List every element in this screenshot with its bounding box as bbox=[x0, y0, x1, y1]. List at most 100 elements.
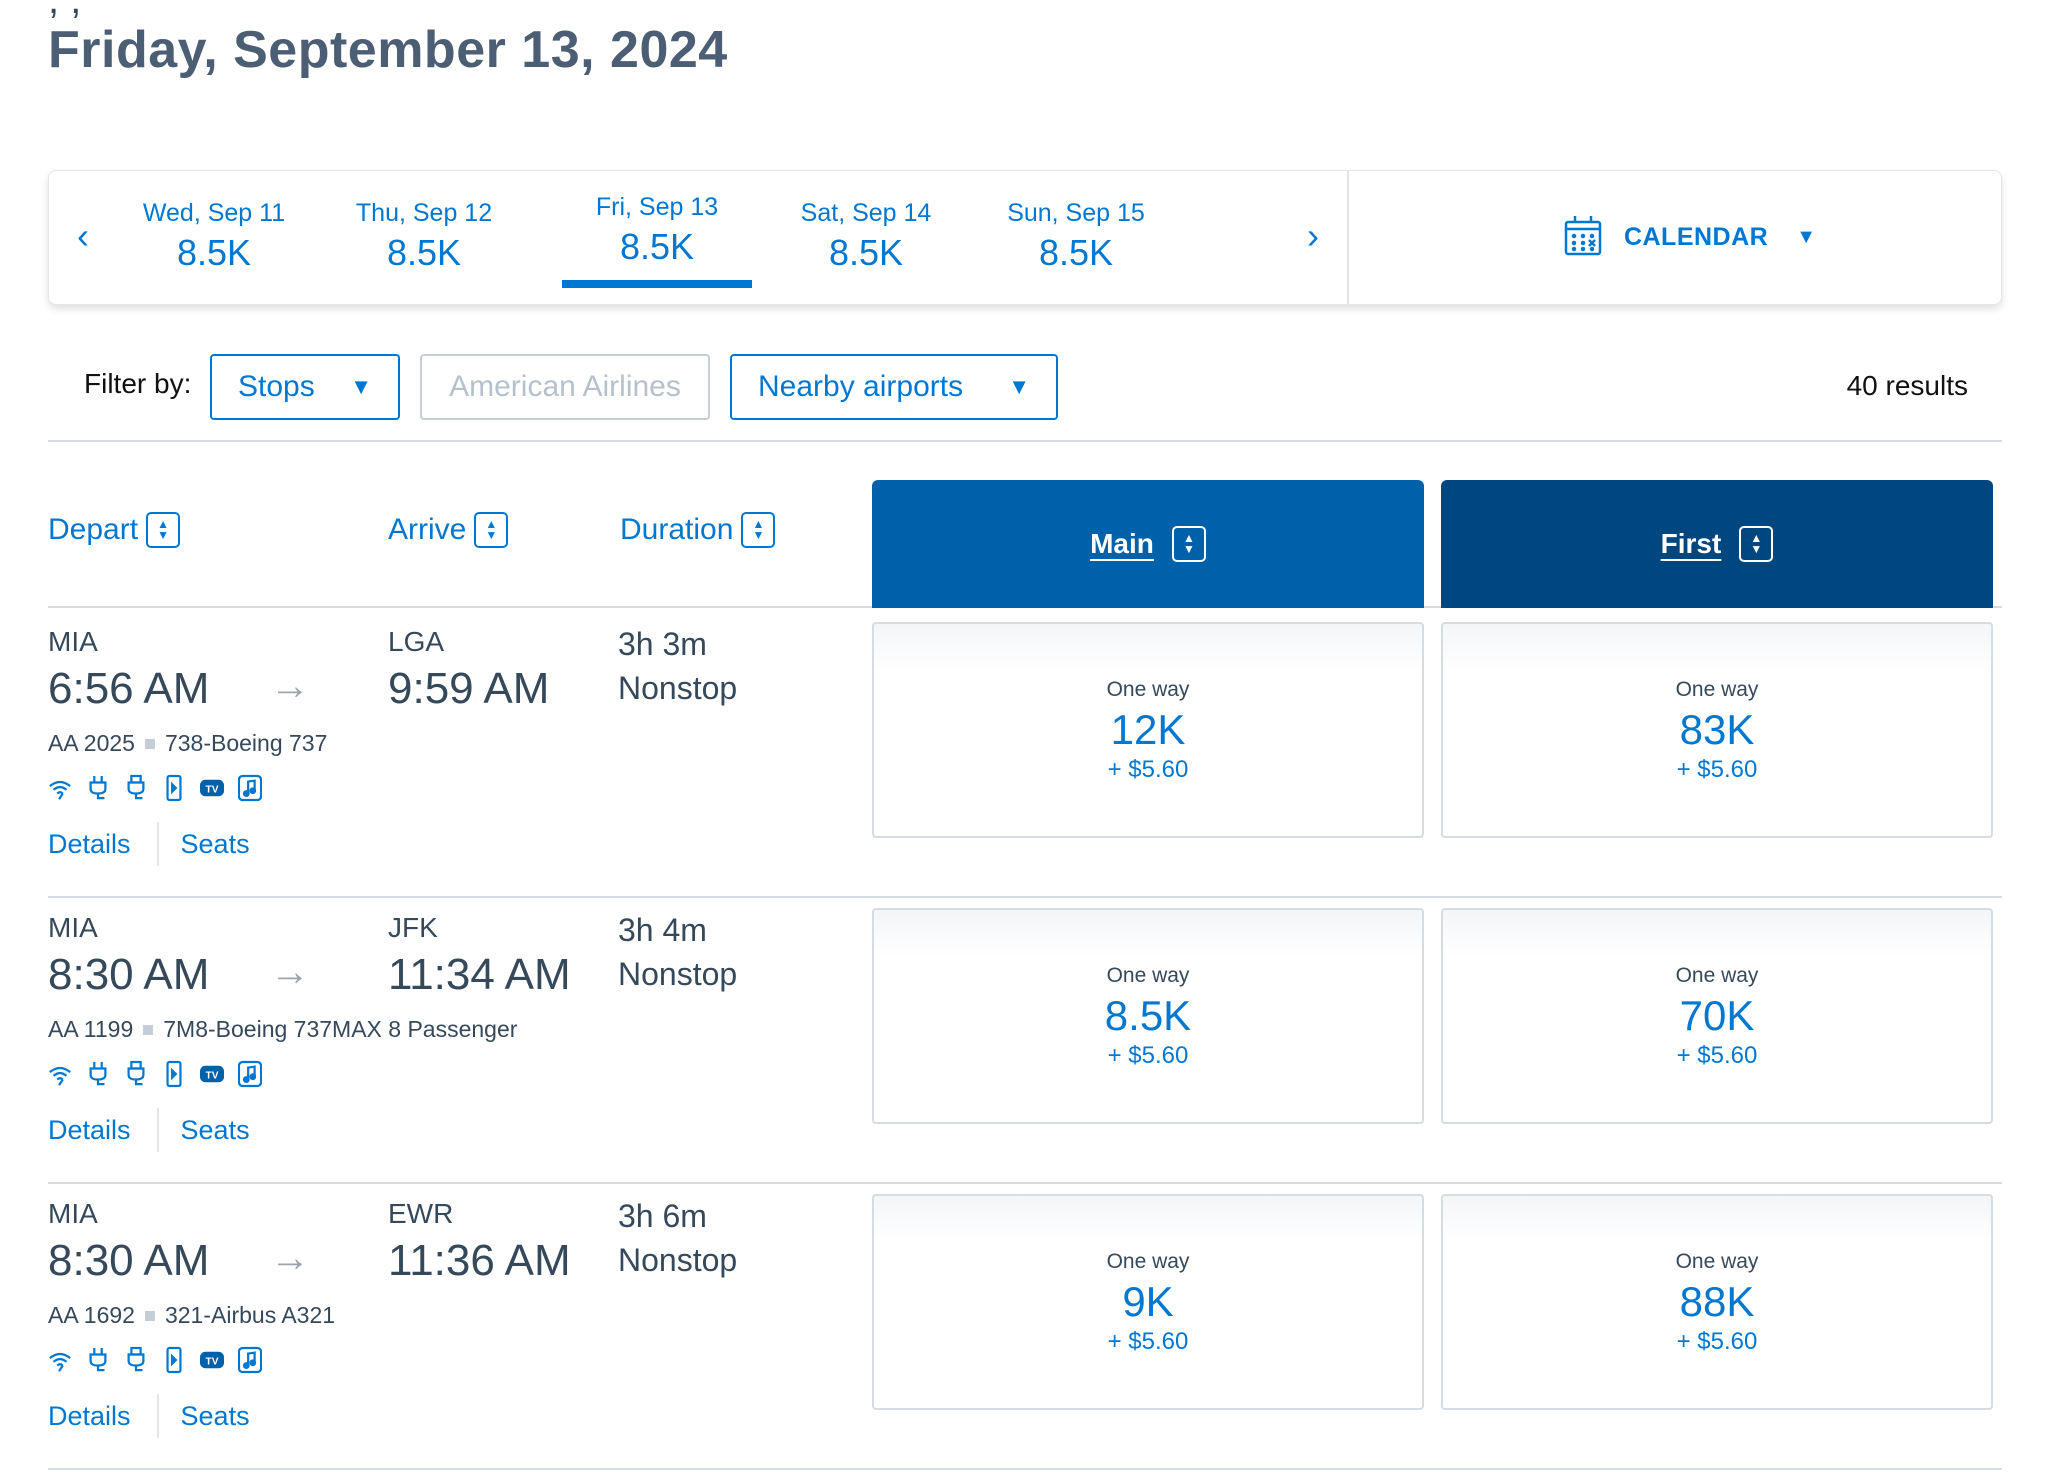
date-price: 8.5K bbox=[176, 232, 252, 273]
date-option[interactable]: Sun, Sep 15 8.5K bbox=[981, 199, 1171, 274]
link-divider bbox=[156, 822, 159, 866]
flight-stops: Nonstop bbox=[618, 956, 738, 992]
destination-airport: JFK bbox=[388, 912, 438, 943]
details-link[interactable]: Details bbox=[48, 829, 131, 860]
sort-first-cabin[interactable]: First ▲ ▼ bbox=[1441, 480, 1993, 608]
date-option[interactable]: Wed, Sep 11 8.5K bbox=[119, 199, 309, 274]
date-label: Wed, Sep 11 bbox=[142, 199, 286, 227]
tv-icon: TV bbox=[200, 1346, 224, 1374]
airline-filter-button[interactable]: American Airlines bbox=[420, 354, 710, 420]
svg-text:TV: TV bbox=[206, 785, 219, 796]
date-option[interactable]: Sat, Sep 14 8.5K bbox=[771, 199, 961, 274]
caret-down-icon: ▼ bbox=[1008, 374, 1030, 399]
main-cabin-label: Main bbox=[1090, 528, 1154, 559]
date-label: Thu, Sep 12 bbox=[355, 199, 493, 227]
fare-taxes: + $5.60 bbox=[1676, 1042, 1758, 1069]
first-fare-card[interactable]: One way 83K + $5.60 bbox=[1441, 622, 1993, 838]
nearby-airports-dropdown[interactable]: Nearby airports ▼ bbox=[730, 354, 1058, 420]
power-outlet-icon bbox=[86, 774, 110, 802]
fare-type: One way bbox=[1106, 1250, 1190, 1273]
fare-miles: 8.5K bbox=[1104, 992, 1192, 1039]
origin-airport: MIA bbox=[48, 626, 98, 657]
fare-taxes: + $5.60 bbox=[1107, 756, 1189, 783]
date-label: Sun, Sep 15 bbox=[1007, 199, 1145, 227]
sort-depart[interactable]: Depart ▲ ▼ bbox=[48, 512, 181, 548]
fare-miles: 12K bbox=[1110, 706, 1186, 753]
previous-dates-button[interactable]: ‹ bbox=[63, 215, 103, 257]
usb-icon bbox=[124, 774, 148, 802]
seats-link[interactable]: Seats bbox=[181, 1115, 250, 1146]
date-price: 8.5K bbox=[828, 232, 904, 273]
fare-miles: 70K bbox=[1679, 992, 1755, 1039]
sort-duration[interactable]: Duration ▲ ▼ bbox=[620, 512, 776, 548]
date-price: 8.5K bbox=[1038, 232, 1114, 273]
fare-type: One way bbox=[1675, 1250, 1759, 1273]
main-fare-card[interactable]: One way 8.5K + $5.60 bbox=[872, 908, 1424, 1124]
fare-taxes: + $5.60 bbox=[1676, 1328, 1758, 1355]
origin-airport: MIA bbox=[48, 912, 98, 943]
fare-miles: 83K bbox=[1679, 706, 1755, 753]
depart-time: 6:56 AM bbox=[48, 664, 210, 713]
flight-number: AA 1692 bbox=[48, 1302, 135, 1328]
depart-time: 8:30 AM bbox=[48, 1236, 210, 1285]
tv-icon: TV bbox=[200, 1060, 224, 1088]
flight-row: MIA 8:30 AM → EWR 11:36 AM 3h 6m Nonstop… bbox=[48, 1184, 2002, 1470]
date-price: 8.5K bbox=[619, 226, 695, 267]
aircraft-type: 738-Boeing 737 bbox=[164, 730, 328, 756]
music-icon bbox=[238, 1346, 262, 1374]
date-nav: ‹ Wed, Sep 11 8.5K Thu, Sep 12 8.5K Fri,… bbox=[49, 171, 1349, 304]
usb-icon bbox=[124, 1346, 148, 1374]
stops-filter-label: Stops bbox=[238, 370, 315, 403]
details-link[interactable]: Details bbox=[48, 1115, 131, 1146]
first-fare-card[interactable]: One way 88K + $5.60 bbox=[1441, 1194, 1993, 1410]
details-link[interactable]: Details bbox=[48, 1401, 131, 1432]
sort-icon: ▲ ▼ bbox=[741, 512, 776, 548]
separator-square bbox=[143, 1024, 154, 1035]
link-divider bbox=[156, 1108, 159, 1152]
fare-taxes: + $5.60 bbox=[1107, 1042, 1189, 1069]
fare-taxes: + $5.60 bbox=[1676, 756, 1758, 783]
arrive-time: 11:36 AM bbox=[388, 1236, 571, 1285]
power-outlet-icon bbox=[86, 1346, 110, 1374]
music-icon bbox=[238, 1060, 262, 1088]
first-fare-card[interactable]: One way 70K + $5.60 bbox=[1441, 908, 1993, 1124]
depart-time: 8:30 AM bbox=[48, 950, 210, 999]
depart-header-label: Depart bbox=[48, 513, 139, 546]
amenities: TV bbox=[48, 1346, 262, 1374]
calendar-label: CALENDAR bbox=[1623, 223, 1769, 251]
date-option[interactable]: Thu, Sep 12 8.5K bbox=[329, 199, 519, 274]
sort-arrive[interactable]: Arrive ▲ ▼ bbox=[388, 512, 509, 548]
seats-link[interactable]: Seats bbox=[181, 1401, 250, 1432]
date-strip: ‹ Wed, Sep 11 8.5K Thu, Sep 12 8.5K Fri,… bbox=[48, 170, 2002, 305]
streaming-device-icon bbox=[162, 774, 186, 802]
fare-type: One way bbox=[1675, 964, 1759, 987]
main-fare-card[interactable]: One way 12K + $5.60 bbox=[872, 622, 1424, 838]
duration-header-label: Duration bbox=[620, 513, 734, 546]
stops-filter-dropdown[interactable]: Stops ▼ bbox=[210, 354, 400, 420]
flight-stops: Nonstop bbox=[618, 1242, 738, 1278]
airline-filter-label: American Airlines bbox=[449, 370, 681, 403]
date-option-selected[interactable]: Fri, Sep 13 8.5K bbox=[562, 193, 752, 288]
next-dates-button[interactable]: › bbox=[1293, 215, 1333, 257]
flight-row: MIA 6:56 AM → LGA 9:59 AM 3h 3m Nonstop … bbox=[48, 612, 2002, 898]
fare-type: One way bbox=[1106, 678, 1190, 701]
usb-icon bbox=[124, 1060, 148, 1088]
arrow-right-icon: → bbox=[270, 664, 310, 708]
sort-main-cabin[interactable]: Main ▲ ▼ bbox=[872, 480, 1424, 608]
seats-link[interactable]: Seats bbox=[181, 829, 250, 860]
streaming-device-icon bbox=[162, 1346, 186, 1374]
date-price: 8.5K bbox=[386, 232, 462, 273]
results-header: Depart ▲ ▼ Arrive ▲ ▼ Duration ▲ ▼ Main ▲ ▼ … bbox=[48, 480, 2002, 608]
nearby-airports-label: Nearby airports bbox=[758, 370, 964, 403]
main-fare-card[interactable]: One way 9K + $5.60 bbox=[872, 1194, 1424, 1410]
wifi-icon bbox=[48, 1346, 72, 1374]
svg-text:TV: TV bbox=[206, 1071, 219, 1082]
amenities: TV bbox=[48, 1060, 262, 1088]
arrive-time: 11:34 AM bbox=[388, 950, 571, 999]
arrow-right-icon: → bbox=[270, 950, 310, 994]
arrive-time: 9:59 AM bbox=[388, 664, 550, 713]
results-count: 40 results bbox=[1846, 370, 1968, 401]
separator-square bbox=[144, 1310, 155, 1321]
flight-duration: 3h 3m bbox=[618, 626, 707, 662]
calendar-button[interactable]: CALENDAR ▼ bbox=[1349, 171, 2001, 304]
